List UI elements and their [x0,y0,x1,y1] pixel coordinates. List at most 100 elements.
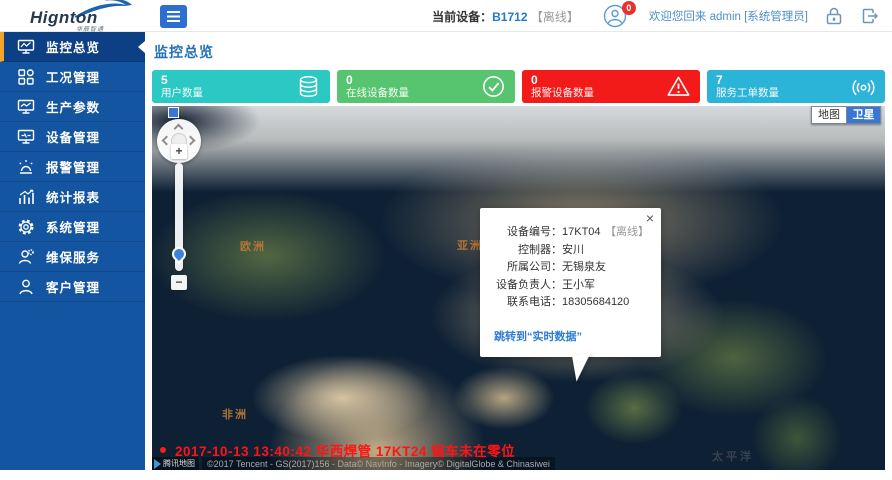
logo-subtext: 华辰智通 [76,24,104,33]
popup-row-controller: 控制器： 安川 [490,242,651,260]
grid-icon [17,68,35,86]
page-title: 监控总览 [154,42,892,62]
map-zoom-control: + − [168,144,190,290]
popup-field-label: 设备编号： [490,224,562,242]
maintenance-person-icon [17,248,35,266]
attribution-text: ©2017 Tencent - GS(2017)156 - Data© NavI… [202,457,555,470]
popup-close-button[interactable]: × [646,211,654,225]
popup-field-value: 17KT04 [562,224,601,242]
sidebar-nav: 监控总览 工况管理 生产参数 设备管理 报警管理 [0,32,145,470]
current-device-info: 当前设备：B1712 【离线】 [432,8,579,25]
hamburger-icon [167,11,180,22]
welcome-label: 欢迎您回来 [649,11,710,23]
customer-person-icon [17,278,35,296]
current-device-label: 当前设备： [432,10,492,24]
map-type-toggle: 地图 卫星 [811,106,881,124]
pan-up-icon[interactable] [174,124,184,134]
sidebar-item-label: 设备管理 [46,127,100,146]
lock-screen-button[interactable] [824,6,844,26]
map-label-pacific: 太平洋 [712,448,754,464]
stat-card-online-devices[interactable]: 0 在线设备数量 [337,70,515,103]
gear-icon [17,218,35,236]
logout-icon [860,6,880,26]
sidebar-collapse-button[interactable] [160,5,187,28]
stat-card-service-orders[interactable]: 7 服务工单数量 [707,70,885,103]
sidebar-item-statistics-report[interactable]: 统计报表 [0,182,145,212]
logout-button[interactable] [860,6,880,26]
popup-row-device-id: 设备编号： 17KT04 【离线】 [490,224,651,242]
sidebar-item-alarm-management[interactable]: 报警管理 [0,152,145,182]
popup-row-owner: 设备负责人： 王小军 [490,277,651,295]
popup-field-label: 控制器： [490,242,562,260]
user-role: [系统管理员] [744,11,808,23]
zoom-slider-track[interactable] [175,163,183,271]
sidebar-item-system-management[interactable]: 系统管理 [0,212,145,242]
welcome-text: 欢迎您回来 admin [系统管理员] [649,8,808,24]
map-type-satellite-button[interactable]: 卫星 [846,106,881,124]
stat-card-users[interactable]: 5 用户数量 [152,70,330,103]
popup-row-company: 所属公司： 无锡泉友 [490,259,651,277]
sidebar-item-label: 维保服务 [46,247,100,266]
zoom-out-button[interactable]: − [171,275,187,290]
notification-badge: 0 [622,1,636,15]
popup-field-label: 联系电话： [490,294,562,312]
monitor-params-icon [17,98,35,116]
sidebar-item-label: 统计报表 [46,187,100,206]
map-type-map-button[interactable]: 地图 [811,106,846,124]
alarm-icon [17,158,35,176]
app-window: Hignton 华辰智通 当前设备：B1712 【离线】 [0,0,892,480]
sidebar-item-label: 报警管理 [46,157,100,176]
sidebar-item-device-management[interactable]: 设备管理 [0,122,145,152]
top-header: Hignton 华辰智通 当前设备：B1712 【离线】 [0,0,892,32]
tencent-logo-icon [154,459,161,469]
company-logo: Hignton 华辰智通 [24,1,144,31]
popup-field-label: 设备负责人： [490,277,562,295]
sidebar-item-production-params[interactable]: 生产参数 [0,92,145,122]
map-label-africa: 非洲 [222,406,248,422]
database-icon [296,74,321,99]
stat-card-alarm-devices[interactable]: 0 报警设备数量 [522,70,700,103]
username: admin [710,11,745,23]
sidebar-item-maintenance-service[interactable]: 维保服务 [0,242,145,272]
sidebar-item-working-condition[interactable]: 工况管理 [0,62,145,92]
lock-icon [824,6,844,26]
device-info-popup: × 设备编号： 17KT04 【离线】 控制器： 安川 所属公司： 无锡泉友 设… [480,208,661,357]
satellite-map[interactable]: 欧洲 亚洲 非洲 中 国 太平洋 + − 地图 [152,106,885,470]
map-attribution: 腾讯地图 ©2017 Tencent - GS(2017)156 - Data©… [152,457,555,470]
alert-dot-icon [160,447,166,453]
sidebar-item-label: 生产参数 [46,97,100,116]
zoom-slider-knob[interactable] [169,244,189,264]
current-device-status: 【离线】 [531,10,579,24]
stat-cards-row: 5 用户数量 0 在线设备数量 0 报警设备数量 [145,70,892,103]
map-overview-toggle-icon[interactable] [168,107,179,118]
sidebar-item-monitor-overview[interactable]: 监控总览 [0,32,145,62]
warning-triangle-icon [666,74,691,99]
sidebar-item-label: 工况管理 [46,67,100,86]
popup-field-label: 所属公司： [490,259,562,277]
tencent-maps-logo: 腾讯地图 [152,457,199,470]
popup-device-status: 【离线】 [605,224,651,242]
popup-field-value: 18305684120 [562,294,629,312]
bar-chart-icon [17,188,35,206]
sidebar-item-label: 客户管理 [46,277,100,296]
sidebar-item-customer-management[interactable]: 客户管理 [0,272,145,302]
popup-tail [572,352,595,381]
sidebar-item-label: 系统管理 [46,217,100,236]
monitor-chart-icon [17,38,35,56]
main-content: 监控总览 5 用户数量 0 在线设备数量 0 报警设备数量 [145,32,892,480]
header-right-cluster: 当前设备：B1712 【离线】 0 欢迎您回来 admin [系统管理员] [432,0,880,32]
zoom-in-button[interactable]: + [171,144,187,159]
realtime-data-link[interactable]: 跳转到“实时数据” [494,328,582,344]
popup-field-value: 安川 [562,242,584,260]
popup-field-value: 无锡泉友 [562,259,606,277]
popup-row-phone: 联系电话： 18305684120 [490,294,651,312]
sidebar-item-label: 监控总览 [46,37,100,56]
user-notification-button[interactable]: 0 [603,4,627,28]
current-device-id: B1712 [492,10,527,24]
monitor-device-icon [17,128,35,146]
tencent-logo-text: 腾讯地图 [163,458,195,469]
popup-field-value: 王小军 [562,277,595,295]
map-label-europe: 欧洲 [240,238,266,254]
broadcast-icon [851,74,876,99]
check-circle-icon [481,74,506,99]
